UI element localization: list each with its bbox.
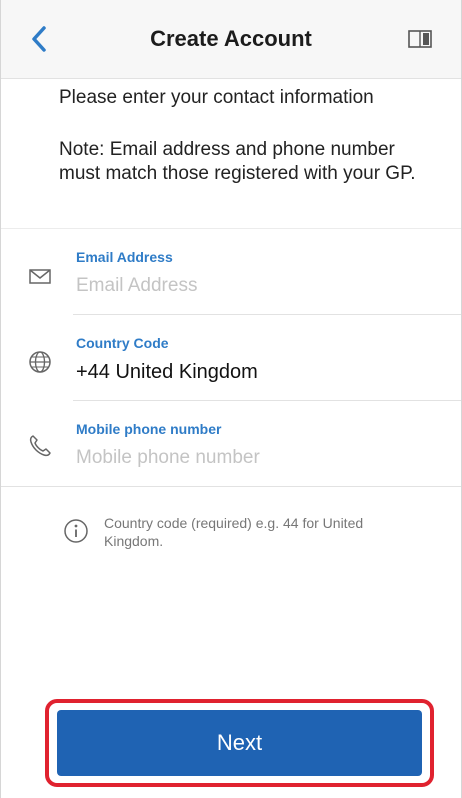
phone-field: Mobile phone number (1, 401, 461, 487)
globe-icon (29, 351, 51, 373)
email-input[interactable] (76, 271, 436, 301)
page-title: Create Account (150, 26, 312, 51)
phone-label: Mobile phone number (76, 421, 222, 437)
country-code-label: Country Code (76, 335, 169, 351)
divider (1, 486, 461, 487)
next-button[interactable]: Next (57, 710, 422, 776)
country-code-value[interactable]: +44 United Kingdom (76, 361, 258, 384)
nav-header: Create Account (1, 0, 461, 79)
note-text: Note: Email address and phone number mus… (59, 139, 416, 184)
phone-input[interactable] (76, 443, 436, 473)
email-field: Email Address (1, 229, 461, 315)
country-code-hint: Country code (required) e.g. 44 for Unit… (104, 515, 364, 549)
phone-icon (29, 435, 51, 457)
screen: Create Account Please enter your contact… (0, 0, 462, 798)
reader-icon (408, 30, 432, 48)
contact-form: Email Address Country Code +44 United Ki… (1, 228, 461, 487)
info-icon (64, 519, 88, 543)
reader-button[interactable] (403, 24, 437, 54)
intro-text: Please enter your contact information (59, 87, 374, 108)
country-code-field[interactable]: Country Code +44 United Kingdom (1, 315, 461, 401)
envelope-icon (29, 269, 51, 284)
email-label: Email Address (76, 249, 173, 265)
